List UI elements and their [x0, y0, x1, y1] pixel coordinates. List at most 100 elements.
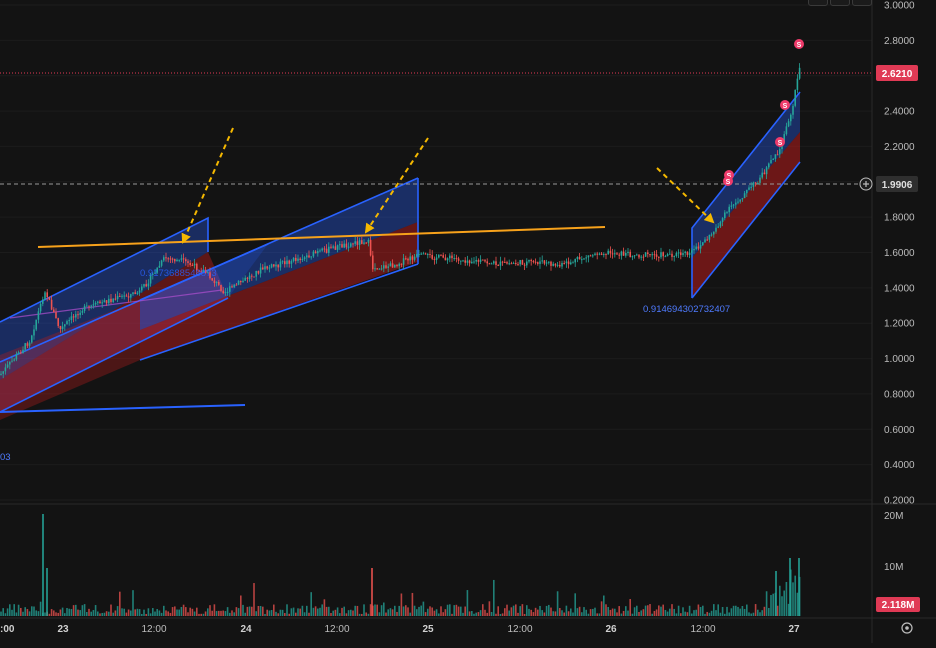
candle-body: [451, 255, 453, 259]
toolbar-button-collapse[interactable]: [808, 0, 828, 6]
candle-body: [279, 261, 282, 268]
sell-marker[interactable]: S: [794, 39, 804, 49]
candle-body: [484, 260, 486, 262]
candle-body: [721, 218, 724, 222]
candle-body: [429, 253, 431, 255]
volume-bar: [70, 609, 73, 616]
candle-body: [787, 121, 790, 127]
volume-bar: [708, 612, 711, 616]
volume-bar: [0, 611, 2, 616]
candle-body: [638, 254, 640, 258]
candle-body: [763, 172, 766, 175]
sell-marker[interactable]: S: [780, 100, 790, 110]
volume-bar: [64, 613, 66, 616]
candle-body: [552, 263, 554, 266]
candle-body: [233, 284, 235, 288]
volume-bar: [519, 606, 521, 616]
chart-panel[interactable]: 0.9173688548873 0.914694302732407 03 S S…: [0, 0, 936, 643]
candle-body: [48, 297, 51, 300]
volume-bar: [248, 606, 251, 616]
candle-body: [314, 251, 317, 254]
candle-body: [499, 261, 502, 266]
volume-bar: [86, 611, 88, 616]
candle-body: [790, 114, 792, 122]
volume-bar: [277, 613, 279, 616]
candle-body: [666, 254, 669, 257]
plus-circle-icon[interactable]: [859, 177, 873, 191]
volume-bar: [693, 610, 695, 616]
candle-body: [4, 367, 7, 372]
candle-body: [130, 294, 132, 298]
candle-body: [715, 227, 717, 232]
volume-bar: [345, 613, 348, 616]
candle-body: [39, 303, 42, 312]
volume-bar: [746, 604, 748, 616]
time-axis[interactable]: :00 23 12:00 24 12:00 25 12:00 26 12:00 …: [0, 624, 800, 635]
volume-bar: [581, 612, 583, 616]
candle-body: [633, 255, 636, 257]
candle-body: [160, 260, 163, 266]
candle-body: [746, 189, 748, 194]
candle-body: [358, 240, 361, 245]
svg-text:2.118M: 2.118M: [882, 600, 915, 611]
volume-bar: [499, 613, 502, 616]
volume-bar: [405, 605, 407, 616]
volume-bar: [301, 605, 304, 616]
volume-bar: [594, 607, 596, 616]
candle-body: [99, 301, 101, 304]
volume-bar: [297, 608, 299, 616]
volume-bar: [59, 609, 62, 616]
toolbar-button-more[interactable]: [852, 0, 872, 6]
volume-bar: [409, 612, 411, 616]
fib-label-edge: 03: [0, 452, 11, 463]
sell-marker[interactable]: S: [775, 137, 785, 147]
candle-body: [281, 261, 284, 263]
volume-bar: [504, 608, 506, 616]
arrow-annotation-3[interactable]: [656, 167, 715, 224]
candle-body: [354, 241, 356, 244]
volume-bar: [28, 611, 31, 616]
candle-body: [455, 257, 458, 259]
volume-bar: [488, 601, 491, 616]
volume-bar: [215, 611, 218, 616]
gear-icon[interactable]: [901, 622, 913, 634]
volume-series[interactable]: [0, 514, 801, 616]
volume-bar: [39, 601, 42, 616]
volume-bar: [789, 558, 791, 616]
candle-body: [785, 126, 788, 135]
candle-body: [598, 253, 601, 255]
candle-body: [345, 243, 348, 248]
svg-text:S: S: [783, 103, 788, 110]
volume-bar: [79, 610, 81, 616]
volume-bar: [163, 605, 165, 616]
candle-body: [59, 325, 62, 330]
volume-bar: [460, 606, 462, 616]
volume-bar: [664, 609, 667, 616]
volume-bar: [211, 610, 213, 616]
volume-bar: [105, 611, 108, 616]
volume-bar: [534, 607, 537, 616]
candle-body: [477, 259, 480, 262]
volume-bar: [200, 613, 202, 616]
volume-bar: [266, 609, 268, 616]
candle-body: [264, 266, 266, 270]
candle-body: [653, 254, 656, 256]
price-chart-svg[interactable]: 0.9173688548873 0.914694302732407 03 S S…: [0, 0, 936, 643]
volume-bar: [207, 608, 209, 616]
toolbar-button-star[interactable]: [830, 0, 850, 6]
candle-body: [136, 292, 139, 294]
support-line[interactable]: [0, 404, 246, 413]
volume-bar: [339, 613, 341, 616]
candle-body: [312, 251, 315, 257]
candle-body: [697, 246, 700, 249]
sell-marker[interactable]: S: [723, 176, 733, 186]
volume-bar: [446, 604, 449, 616]
candle-body: [46, 292, 48, 298]
volume-bar: [407, 607, 409, 616]
candle-body: [108, 298, 110, 304]
svg-text:2.6210: 2.6210: [882, 69, 913, 80]
volume-bar: [482, 604, 484, 616]
candle-body: [794, 89, 796, 106]
volume-bar: [600, 601, 603, 616]
volume-bar: [697, 604, 700, 616]
